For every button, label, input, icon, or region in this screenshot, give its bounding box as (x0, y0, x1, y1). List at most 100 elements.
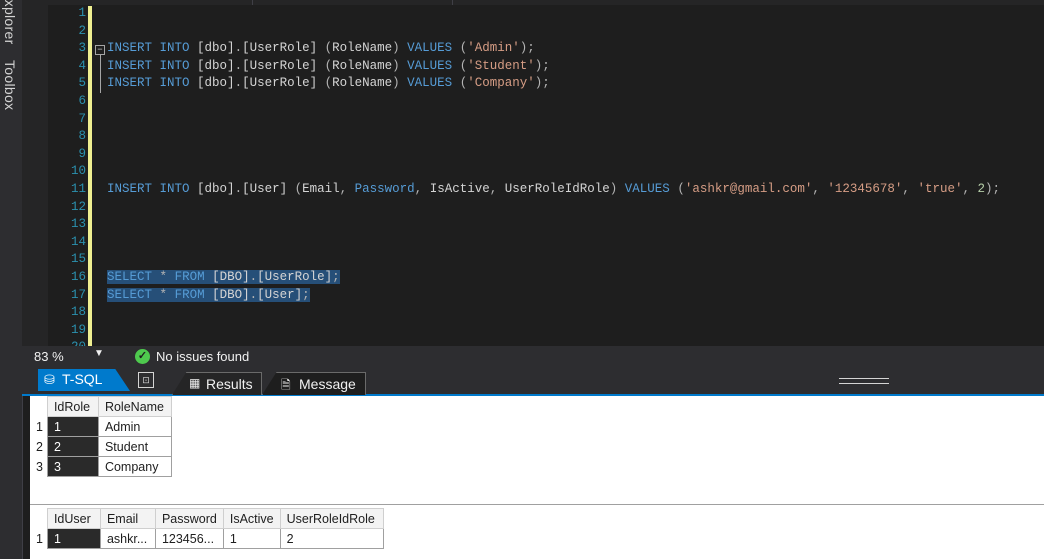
code-line[interactable]: 16 SELECT * FROM [DBO].[UserRole]; (22, 270, 1044, 288)
code-token: Password (354, 182, 415, 196)
line-number: 16 (70, 270, 86, 284)
code-line[interactable]: 1 (22, 6, 1044, 24)
results-divider[interactable] (30, 504, 1044, 505)
code-line[interactable]: 4 INSERT INTO [dbo].[UserRole] (RoleName)… (22, 59, 1044, 77)
column-header[interactable]: Email (99, 508, 156, 529)
line-number: 8 (78, 129, 86, 144)
code-token: VALUES (624, 182, 670, 196)
code-line[interactable]: 5 INSERT INTO [dbo].[UserRole] (RoleName)… (22, 76, 1044, 94)
code-line[interactable]: 7 (22, 112, 1044, 130)
row-number-header (30, 396, 48, 417)
grid-cell[interactable]: 1 (46, 528, 101, 549)
column-header[interactable]: Password (154, 508, 224, 529)
grid-cell[interactable]: 1 (46, 416, 99, 437)
row-number[interactable]: 1 (30, 416, 48, 437)
doc-tab[interactable] (22, 0, 253, 5)
code-text: INSERT INTO [dbo].[UserRole] (RoleName) … (107, 41, 535, 55)
grid-header-row: IdUser Email Password IsActive UserRoleIdRol… (30, 508, 384, 529)
grid-cell[interactable]: 2 (279, 528, 384, 549)
grid-cell[interactable]: ashkr... (99, 528, 156, 549)
code-token: ); (534, 58, 550, 73)
code-line[interactable]: 10 (22, 164, 1044, 182)
results-pane: IdRole RoleName 1 1 Admin 2 2 Student 3 3 Company … (30, 396, 1044, 559)
code-token: FROM (174, 287, 205, 302)
tab-results[interactable]: ▦ Results (172, 372, 262, 395)
code-token: ) (392, 41, 400, 56)
results-grid-user[interactable]: IdUser Email Password IsActive UserRoleIdRol… (30, 508, 384, 549)
code-token: VALUES (407, 41, 453, 56)
line-number: 15 (70, 252, 86, 267)
column-header[interactable]: IdRole (46, 396, 99, 417)
table-row[interactable]: 1 1 ashkr... 123456... 1 2 (30, 528, 384, 549)
grid-cell[interactable]: 3 (46, 456, 99, 477)
code-token: FROM (174, 270, 205, 284)
code-line[interactable]: 8 (22, 129, 1044, 147)
column-header[interactable]: UserRoleIdRole (279, 508, 384, 529)
code-line[interactable]: 14 (22, 235, 1044, 253)
code-line[interactable]: 15 (22, 252, 1044, 270)
code-token: 'Admin' (467, 41, 520, 56)
column-header[interactable]: IsActive (222, 508, 281, 529)
code-line[interactable]: 9 (22, 147, 1044, 165)
toolbox-side-tab[interactable]: Toolbox (2, 60, 18, 110)
query-plan-icon[interactable]: ⊡ (138, 372, 154, 388)
row-number-header (30, 508, 48, 529)
grid-cell[interactable]: 1 (222, 528, 281, 549)
results-grid-userrole[interactable]: IdRole RoleName 1 1 Admin 2 2 Student 3 3 Company (30, 396, 172, 477)
splitter-handle[interactable] (839, 378, 889, 384)
code-line[interactable]: 13 (22, 217, 1044, 235)
code-token: . (234, 58, 243, 73)
code-line[interactable]: 3 INSERT INTO [dbo].[UserRole] (RoleName)… (22, 41, 1044, 59)
grid-cell[interactable]: 123456... (154, 528, 224, 549)
code-token: Email (302, 182, 340, 196)
grid-cell[interactable]: 2 (46, 436, 99, 457)
row-number[interactable]: 1 (30, 528, 48, 549)
grid-cell[interactable]: Admin (97, 416, 172, 437)
code-token: ) (392, 58, 400, 73)
row-number[interactable]: 2 (30, 436, 48, 457)
code-token: 'Student' (467, 58, 535, 73)
code-line[interactable]: 18 (22, 305, 1044, 323)
code-token: UserRoleIdRole (497, 182, 610, 196)
code-token: RoleName (332, 41, 393, 56)
code-token: ) (392, 76, 400, 91)
code-token: [dbo] (189, 182, 235, 196)
doc-tab[interactable] (252, 0, 453, 5)
line-number: 19 (70, 322, 86, 337)
tab-message[interactable]: 🗎 Message (262, 372, 366, 395)
grid-cell[interactable]: Company (97, 456, 172, 477)
document-tab-strip (22, 0, 1044, 5)
code-token: . (249, 287, 258, 302)
table-row[interactable]: 2 2 Student (30, 436, 172, 457)
issues-status[interactable]: No issues found (156, 349, 249, 364)
code-line[interactable]: 19 (22, 323, 1044, 341)
column-header[interactable]: RoleName (97, 396, 172, 417)
explorer-side-tab[interactable]: Explorer (2, 0, 18, 45)
table-row[interactable]: 1 1 Admin (30, 416, 172, 437)
code-token: VALUES (407, 76, 453, 91)
tab-tsql[interactable]: ⛁ T-SQL (38, 369, 130, 391)
collapse-icon[interactable]: − (95, 45, 105, 55)
code-line[interactable]: 17 SELECT * FROM [DBO].[User]; (22, 287, 1044, 306)
code-line[interactable]: 2 (22, 24, 1044, 42)
code-token: ( (324, 58, 333, 73)
chevron-down-icon[interactable]: ▼ (94, 348, 104, 359)
grid-cell[interactable]: Student (97, 436, 172, 457)
side-tool-strip: Explorer Toolbox (0, 0, 23, 559)
code-token: , (962, 182, 970, 196)
row-number[interactable]: 3 (30, 456, 48, 477)
table-row[interactable]: 3 3 Company (30, 456, 172, 477)
column-header[interactable]: IdUser (46, 508, 101, 529)
code-text: INSERT INTO [dbo].[UserRole] (RoleName) … (107, 59, 550, 73)
code-line[interactable]: 12 (22, 200, 1044, 218)
code-line[interactable]: 11 INSERT INTO [dbo].[User] (Email, Passw… (22, 182, 1044, 200)
sql-editor[interactable]: 1 2 3 INSERT INTO [dbo].[UserRole] (RoleNam… (22, 0, 1044, 346)
zoom-level[interactable]: 83 % (34, 349, 64, 364)
code-line[interactable]: 6 (22, 94, 1044, 112)
